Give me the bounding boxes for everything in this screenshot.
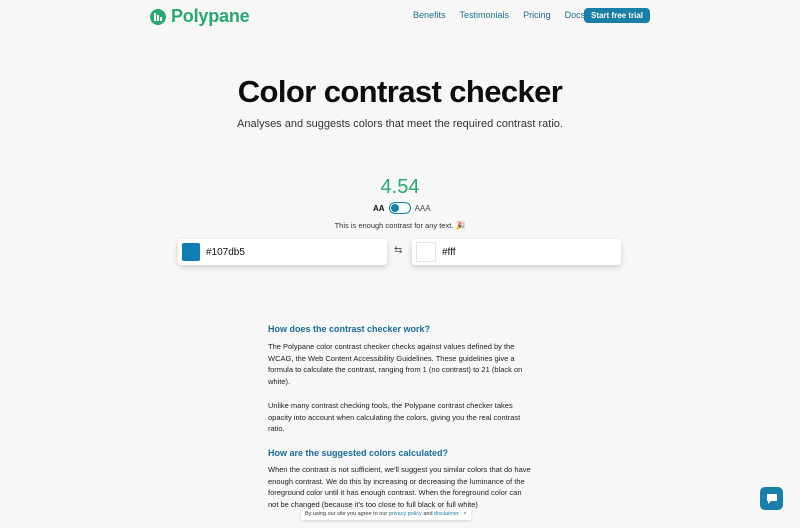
page-subtitle: Analyses and suggests colors that meet t… [237, 118, 563, 130]
level-aa-label: AA [373, 203, 385, 213]
nav-link-docs[interactable]: Docs [565, 10, 586, 20]
level-toggle-row: AA AAA [373, 202, 431, 214]
faq-paragraph-1: The Polypane color contrast checker chec… [268, 342, 523, 386]
cookie-notice: By using our site you agree to our priva… [301, 509, 471, 520]
nav-link-pricing[interactable]: Pricing [523, 10, 551, 20]
foreground-color-field[interactable]: #107db5 [178, 239, 387, 265]
disclaimer-link[interactable]: disclaimer [434, 511, 459, 517]
cookie-text: By using our site you agree to our [305, 511, 388, 517]
party-popper-icon: 🎉 [455, 221, 466, 230]
faq-paragraph-2: Unlike many contrast checking tools, the… [268, 401, 521, 433]
nav-link-testimonials[interactable]: Testimonials [460, 10, 510, 20]
background-hex-value[interactable]: #fff [442, 247, 456, 258]
cookie-and-text: and [423, 511, 433, 517]
aa-aaa-toggle[interactable] [388, 202, 411, 214]
toggle-knob [390, 204, 399, 212]
chat-bubble-icon [766, 493, 777, 504]
polypane-logo-icon [150, 8, 166, 25]
page-title: Color contrast checker [237, 74, 563, 109]
nav-links: Benefits Testimonials Pricing Docs [413, 10, 599, 20]
contrast-message: This is enough contrast for any text. 🎉 [0, 221, 800, 230]
privacy-policy-link[interactable]: privacy policy [389, 511, 422, 517]
top-nav: Polypane Benefits Testimonials Pricing D… [0, 0, 800, 32]
start-free-trial-button[interactable]: Start free trial [584, 8, 650, 23]
faq-heading-how-it-works: How does the contrast checker work? [268, 324, 431, 334]
foreground-swatch[interactable] [182, 243, 200, 261]
contrast-ratio-value: 4.54 [380, 176, 420, 198]
faq-heading-suggested-colors: How are the suggested colors calculated? [268, 448, 449, 458]
foreground-hex-value[interactable]: #107db5 [206, 247, 245, 258]
brand-logo[interactable]: Polypane [150, 6, 250, 27]
background-color-field[interactable]: #fff [412, 239, 621, 265]
contrast-message-text: This is enough contrast for any text. [334, 221, 454, 230]
background-swatch[interactable] [416, 242, 436, 262]
nav-link-benefits[interactable]: Benefits [413, 10, 446, 20]
chat-widget-button[interactable] [760, 487, 783, 510]
faq-paragraph-3: When the contrast is not sufficient, we'… [268, 465, 531, 509]
level-aaa-label: AAA [414, 203, 431, 213]
close-cookie-icon[interactable]: × [463, 511, 466, 517]
swap-colors-icon[interactable]: ⇆ [394, 245, 402, 256]
brand-name: Polypane [171, 6, 250, 26]
